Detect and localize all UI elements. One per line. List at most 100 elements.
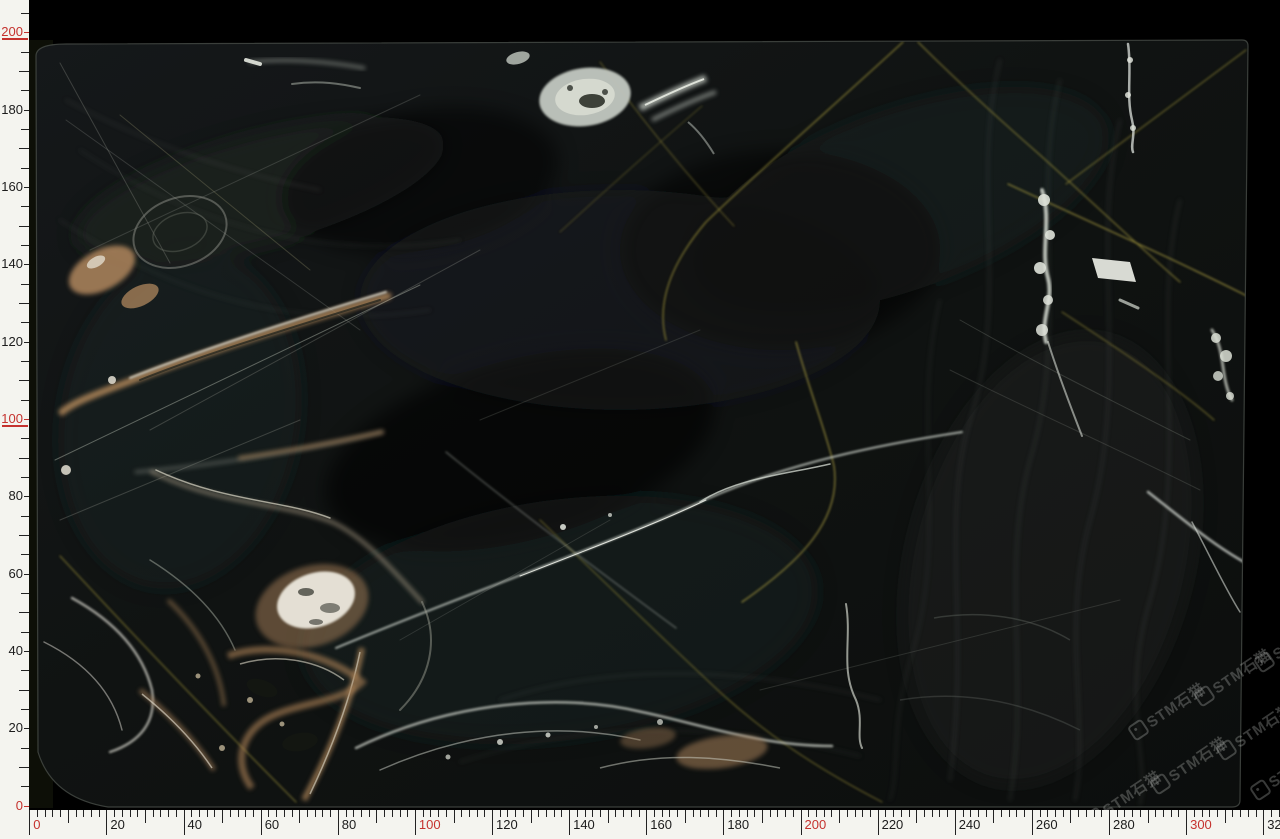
ruler-tick bbox=[1194, 810, 1195, 817]
ruler-tick bbox=[407, 810, 408, 817]
ruler-tick bbox=[507, 810, 508, 817]
ruler-tick bbox=[45, 810, 46, 817]
ruler-tick bbox=[739, 810, 740, 817]
ruler-tick bbox=[37, 810, 38, 817]
ruler-tick bbox=[130, 810, 131, 817]
ruler-tick bbox=[1163, 810, 1164, 817]
ruler-tick bbox=[19, 71, 29, 72]
ruler-tick bbox=[1078, 810, 1079, 817]
ruler-label: 220 bbox=[882, 817, 904, 832]
ruler-tick bbox=[770, 810, 771, 817]
ruler-tick bbox=[184, 810, 185, 835]
ruler-tick bbox=[1148, 810, 1149, 823]
ruler-label: 140 bbox=[573, 817, 595, 832]
ruler-tick bbox=[477, 810, 478, 817]
ruler-tick bbox=[862, 810, 863, 817]
ruler-red-mark bbox=[2, 425, 28, 427]
ruler-tick bbox=[492, 810, 493, 835]
ruler-tick bbox=[19, 458, 29, 459]
ruler-label: 240 bbox=[959, 817, 981, 832]
ruler-tick bbox=[1140, 810, 1141, 817]
ruler-tick bbox=[1171, 810, 1172, 817]
ruler-tick bbox=[569, 810, 570, 835]
ruler-tick bbox=[924, 810, 925, 817]
ruler-label: 60 bbox=[0, 566, 23, 582]
ruler-tick bbox=[230, 810, 231, 817]
slab-photo bbox=[0, 0, 1280, 839]
ruler-tick bbox=[1271, 810, 1272, 817]
ruler-tick bbox=[122, 810, 123, 817]
ruler-tick bbox=[1101, 810, 1102, 817]
ruler-tick bbox=[600, 810, 601, 817]
ruler-tick bbox=[824, 810, 825, 817]
ruler-tick bbox=[376, 810, 377, 823]
ruler-tick bbox=[1240, 810, 1241, 817]
ruler-tick bbox=[21, 168, 29, 169]
ruler-tick bbox=[909, 810, 910, 817]
ruler-tick bbox=[1032, 810, 1033, 835]
ruler-tick bbox=[993, 810, 994, 823]
ruler-tick bbox=[415, 810, 416, 835]
ruler-tick bbox=[685, 810, 686, 823]
ruler-tick bbox=[631, 810, 632, 817]
ruler-tick bbox=[21, 13, 29, 14]
ruler-tick bbox=[21, 670, 29, 671]
ruler-tick bbox=[916, 810, 917, 823]
ruler-tick bbox=[24, 496, 29, 497]
ruler-tick bbox=[970, 810, 971, 817]
ruler-tick bbox=[1016, 810, 1017, 817]
ruler-tick bbox=[99, 810, 100, 817]
ruler-tick bbox=[847, 810, 848, 817]
ruler-tick bbox=[315, 810, 316, 817]
ruler-tick bbox=[531, 810, 532, 823]
ruler-label: 120 bbox=[0, 334, 23, 350]
ruler-tick bbox=[693, 810, 694, 817]
ruler-tick bbox=[21, 206, 29, 207]
ruler-tick bbox=[986, 810, 987, 817]
ruler-tick bbox=[1256, 810, 1257, 817]
ruler-tick bbox=[284, 810, 285, 817]
ruler-tick bbox=[816, 810, 817, 817]
ruler-tick bbox=[500, 810, 501, 817]
ruler-tick bbox=[21, 322, 29, 323]
ruler-tick bbox=[361, 810, 362, 817]
ruler-tick bbox=[646, 810, 647, 835]
ruler-tick bbox=[24, 264, 29, 265]
ruler-tick bbox=[199, 810, 200, 817]
ruler-tick bbox=[21, 129, 29, 130]
ruler-tick bbox=[83, 810, 84, 817]
ruler-label: 180 bbox=[727, 817, 749, 832]
ruler-tick bbox=[214, 810, 215, 817]
ruler-tick bbox=[939, 810, 940, 817]
ruler-tick bbox=[662, 810, 663, 817]
ruler-tick bbox=[346, 810, 347, 817]
ruler-tick bbox=[947, 810, 948, 817]
ruler-tick bbox=[261, 810, 262, 835]
ruler-tick bbox=[446, 810, 447, 817]
ruler-tick bbox=[24, 728, 29, 729]
ruler-tick bbox=[1217, 810, 1218, 817]
ruler-tick bbox=[592, 810, 593, 817]
ruler-tick bbox=[1070, 810, 1071, 823]
ruler-tick bbox=[19, 535, 29, 536]
ruler-tick bbox=[546, 810, 547, 817]
ruler-tick bbox=[24, 651, 29, 652]
ruler-tick bbox=[885, 810, 886, 817]
ruler-tick bbox=[19, 690, 29, 691]
ruler-tick bbox=[901, 810, 902, 817]
ruler-label: 120 bbox=[496, 817, 518, 832]
ruler-tick bbox=[21, 748, 29, 749]
ruler-tick bbox=[723, 810, 724, 835]
ruler-tick bbox=[24, 806, 29, 807]
ruler-tick bbox=[19, 303, 29, 304]
ruler-label: 140 bbox=[0, 256, 23, 272]
ruler-tick bbox=[24, 187, 29, 188]
ruler-tick bbox=[276, 810, 277, 817]
ruler-label: 100 bbox=[419, 817, 441, 832]
ruler-tick bbox=[1232, 810, 1233, 817]
ruler-tick bbox=[708, 810, 709, 817]
ruler-tick bbox=[60, 810, 61, 817]
ruler-tick bbox=[222, 810, 223, 823]
ruler-tick bbox=[839, 810, 840, 823]
ruler-tick bbox=[307, 810, 308, 817]
